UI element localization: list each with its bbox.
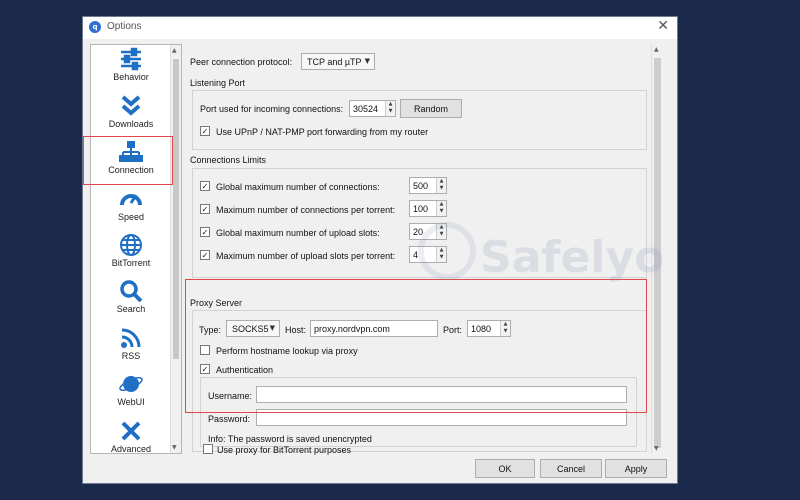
proxy-highlight-box [185, 279, 647, 413]
limit-label: Maximum number of connections per torren… [216, 205, 396, 215]
window-title: Options [107, 21, 142, 32]
sliders-icon [121, 47, 141, 71]
limit-label: Global maximum number of connections: [216, 182, 380, 192]
app-icon: q [89, 21, 101, 33]
scroll-down-icon[interactable]: ▼ [654, 445, 659, 452]
options-sidebar: Behavior Downloads Connection Speed BitT… [90, 44, 182, 454]
limit-label: Maximum number of upload slots per torre… [216, 251, 396, 261]
cancel-button[interactable]: Cancel [540, 459, 602, 478]
tools-icon [121, 421, 141, 441]
sidebar-item-search[interactable]: Search [91, 277, 171, 323]
password-label: Password: [208, 414, 251, 424]
sidebar-item-label: WebUI [117, 397, 145, 407]
spin-arrows-icon[interactable]: ▲ ▼ [436, 201, 446, 216]
limit-label: Global maximum number of upload slots: [216, 228, 380, 238]
spin-arrows-icon[interactable]: ▲ ▼ [385, 101, 395, 116]
title-bar: q Options ✕ [83, 17, 677, 39]
limit-value: 100 [413, 204, 429, 214]
sidebar-item-rss[interactable]: RSS [91, 324, 171, 370]
planet-icon [119, 376, 143, 392]
upnp-label: Use UPnP / NAT-PMP port forwarding from … [216, 127, 429, 137]
scroll-down-icon[interactable]: ▼ [172, 444, 177, 451]
scroll-up-icon[interactable]: ▲ [654, 46, 659, 53]
rss-icon [121, 328, 141, 348]
limit-checkbox[interactable]: ✓ [200, 227, 210, 237]
limits-title: Connections Limits [190, 155, 267, 165]
port-label: Port used for incoming connections: [200, 104, 344, 114]
gauge-icon [120, 194, 142, 206]
chevron-down-icon: ▼ [364, 57, 370, 65]
sidebar-item-label: Downloads [108, 119, 154, 129]
scroll-up-icon[interactable]: ▲ [172, 47, 177, 54]
sidebar-item-label: Search [116, 304, 146, 314]
protocol-label: Peer connection protocol: [190, 57, 293, 67]
sidebar-item-downloads[interactable]: Downloads [91, 92, 171, 138]
listening-port-title: Listening Port [190, 78, 246, 88]
sidebar-item-label: Advanced [110, 444, 152, 454]
sidebar-scrollbar[interactable]: ▲ ▼ [170, 45, 181, 453]
ok-button[interactable]: OK [475, 459, 535, 478]
sidebar-item-bittorrent[interactable]: BitTorrent [91, 231, 171, 277]
protocol-select[interactable]: TCP and µTP ▼ [301, 53, 375, 70]
upnp-checkbox[interactable]: ✓ [200, 126, 210, 136]
connection-highlight-box [83, 136, 173, 185]
limit-checkbox[interactable]: ✓ [200, 181, 210, 191]
watermark-logo [418, 222, 476, 280]
port-spinbox[interactable]: 30524 ▲ ▼ [349, 100, 396, 117]
sidebar-item-webui[interactable]: WebUI [91, 370, 171, 416]
password-info-text: Info: The password is saved unencrypted [208, 434, 372, 444]
sidebar-item-speed[interactable]: Speed [91, 185, 171, 231]
sidebar-item-behavior[interactable]: Behavior [91, 45, 171, 91]
random-button[interactable]: Random [400, 99, 462, 118]
sidebar-item-label: Behavior [113, 72, 149, 82]
proxy-bittorrent-label: Use proxy for BitTorrent purposes [217, 445, 352, 455]
sidebar-item-label: Speed [117, 212, 145, 222]
protocol-select-value: TCP and µTP [307, 57, 362, 67]
sidebar-scroll-thumb[interactable] [173, 59, 179, 359]
watermark-text: Safelyo [480, 232, 665, 283]
double-chevron-down-icon [121, 95, 141, 116]
magnifier-icon [120, 280, 143, 303]
port-value: 30524 [353, 104, 379, 114]
apply-button[interactable]: Apply [605, 459, 667, 478]
limit-checkbox[interactable]: ✓ [200, 250, 210, 260]
sidebar-item-label: BitTorrent [111, 258, 151, 268]
spin-arrows-icon[interactable]: ▲ ▼ [436, 178, 446, 193]
sidebar-item-label: RSS [121, 351, 141, 361]
limit-spinbox[interactable]: 100 ▲ ▼ [409, 200, 447, 217]
sidebar-item-advanced[interactable]: Advanced [91, 417, 171, 454]
limit-spinbox[interactable]: 500 ▲ ▼ [409, 177, 447, 194]
limit-checkbox[interactable]: ✓ [200, 204, 210, 214]
proxy-bittorrent-checkbox[interactable] [203, 444, 213, 454]
close-icon[interactable]: ✕ [657, 18, 669, 34]
globe-icon [120, 234, 142, 256]
limit-value: 500 [413, 181, 429, 191]
